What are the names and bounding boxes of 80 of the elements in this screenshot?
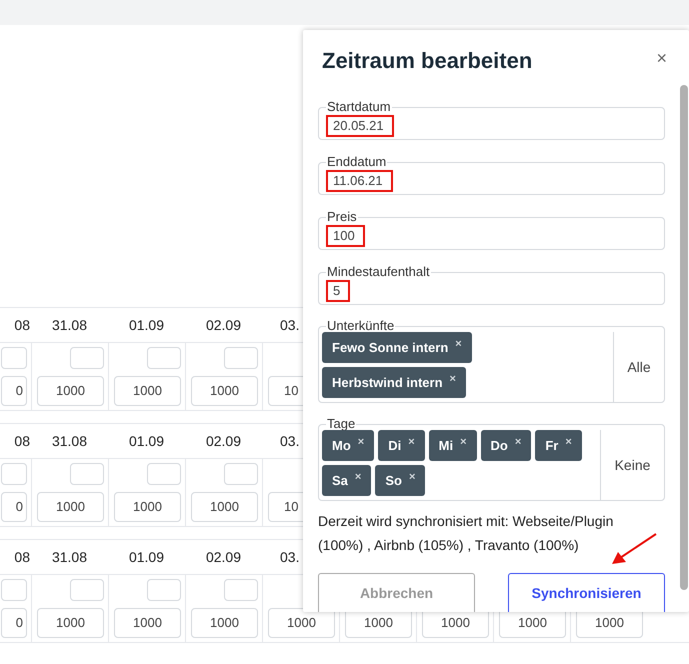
select-option-button[interactable]: Keine: [600, 430, 664, 500]
field-label: Enddatum: [326, 155, 388, 169]
form-field[interactable]: Enddatum 11.06.21: [318, 155, 665, 195]
date-header: 03.: [280, 548, 300, 566]
input-field[interactable]: [1, 463, 27, 485]
highlight-frame: 20.05.21: [326, 115, 394, 137]
date-header: 08: [14, 548, 30, 566]
tag-chip[interactable]: Mo ×: [322, 430, 374, 461]
remove-tag-button[interactable]: ×: [354, 469, 362, 486]
tag-chip[interactable]: Fr ×: [535, 430, 582, 461]
price-input[interactable]: 1000: [268, 608, 335, 638]
highlight-frame: 100: [326, 225, 365, 247]
form-field[interactable]: Mindestaufenthalt 5: [318, 265, 665, 305]
remove-tag-button[interactable]: ×: [455, 336, 462, 353]
input-field[interactable]: [70, 579, 104, 601]
price-input[interactable]: 1000: [114, 492, 181, 522]
highlight-frame: 5: [326, 280, 350, 302]
remove-tag-button[interactable]: ×: [408, 469, 416, 486]
remove-tag-button[interactable]: ×: [408, 434, 415, 451]
remove-tag-button[interactable]: ×: [565, 434, 572, 451]
field-label: Tage: [326, 418, 356, 430]
input-field[interactable]: [70, 463, 104, 485]
select-option-button[interactable]: Alle: [613, 332, 664, 402]
tag-chip[interactable]: Herbstwind intern ×: [322, 367, 466, 398]
remove-tag-button[interactable]: ×: [514, 434, 522, 451]
tag-select[interactable]: Tage Mo × Di × Mi × Do × Fr × Sa × So × Keine: [318, 418, 665, 501]
price-input[interactable]: 1000: [114, 376, 181, 406]
price-input[interactable]: 1000: [37, 492, 104, 522]
tag-chip[interactable]: Fewo Sonne intern ×: [322, 332, 472, 363]
input-field[interactable]: [224, 579, 258, 601]
date-header: 01.09: [128, 316, 164, 334]
price-input[interactable]: 0: [1, 376, 27, 406]
field-label: Unterkünfte: [326, 320, 396, 332]
sync-button[interactable]: Synchronisieren: [508, 573, 665, 612]
price-input[interactable]: 1000: [114, 608, 181, 638]
date-header: 03.: [280, 316, 300, 334]
price-input[interactable]: 1000: [37, 376, 104, 406]
field-label: Startdatum: [326, 100, 392, 114]
date-header: 03.: [280, 432, 300, 450]
date-header: 02.09: [206, 316, 242, 334]
date-header: 01.09: [128, 432, 164, 450]
field-label: Preis: [326, 210, 358, 224]
price-input[interactable]: 1000: [37, 608, 104, 638]
date-header: 02.09: [206, 548, 242, 566]
input-field[interactable]: [1, 579, 27, 601]
date-header: 31.08: [52, 548, 88, 566]
highlight-frame: 11.06.21: [326, 170, 393, 192]
remove-tag-button[interactable]: ×: [358, 434, 364, 451]
input-field[interactable]: [224, 347, 258, 369]
scrollbar[interactable]: [680, 85, 688, 590]
tag-chip[interactable]: Sa ×: [322, 465, 372, 496]
input-field[interactable]: [70, 347, 104, 369]
input-field[interactable]: [1, 347, 27, 369]
tag-chip[interactable]: So ×: [375, 465, 426, 496]
remove-tag-button[interactable]: ×: [450, 371, 456, 388]
form-field[interactable]: Preis 100: [318, 210, 665, 250]
price-input[interactable]: 1000: [191, 376, 258, 406]
input-field[interactable]: [147, 579, 181, 601]
tag-select[interactable]: Unterkünfte Fewo Sonne intern × Herbstwind intern × Alle: [318, 320, 665, 403]
date-header: 08: [14, 432, 30, 450]
input-field[interactable]: [147, 463, 181, 485]
price-input[interactable]: 0: [1, 492, 27, 522]
tag-chip[interactable]: Di ×: [378, 430, 425, 461]
tag-chip[interactable]: Do ×: [480, 430, 532, 461]
price-input[interactable]: 1000: [191, 608, 258, 638]
date-header: 31.08: [52, 316, 88, 334]
price-input[interactable]: 0: [1, 608, 27, 638]
date-header: 02.09: [206, 432, 242, 450]
form-field[interactable]: Startdatum 20.05.21: [318, 100, 665, 140]
date-header: 01.09: [128, 548, 164, 566]
tag-chip[interactable]: Mi ×: [428, 430, 477, 461]
input-field[interactable]: [224, 463, 258, 485]
date-header: 31.08: [52, 432, 88, 450]
remove-tag-button[interactable]: ×: [460, 434, 467, 451]
price-input[interactable]: 1000: [191, 492, 258, 522]
close-button[interactable]: ×: [656, 45, 667, 72]
date-header: 08: [14, 316, 30, 334]
input-field[interactable]: [147, 347, 181, 369]
field-label: Mindestaufenthalt: [326, 265, 431, 279]
dialog-title: Zeitraum bearbeiten: [321, 47, 532, 75]
